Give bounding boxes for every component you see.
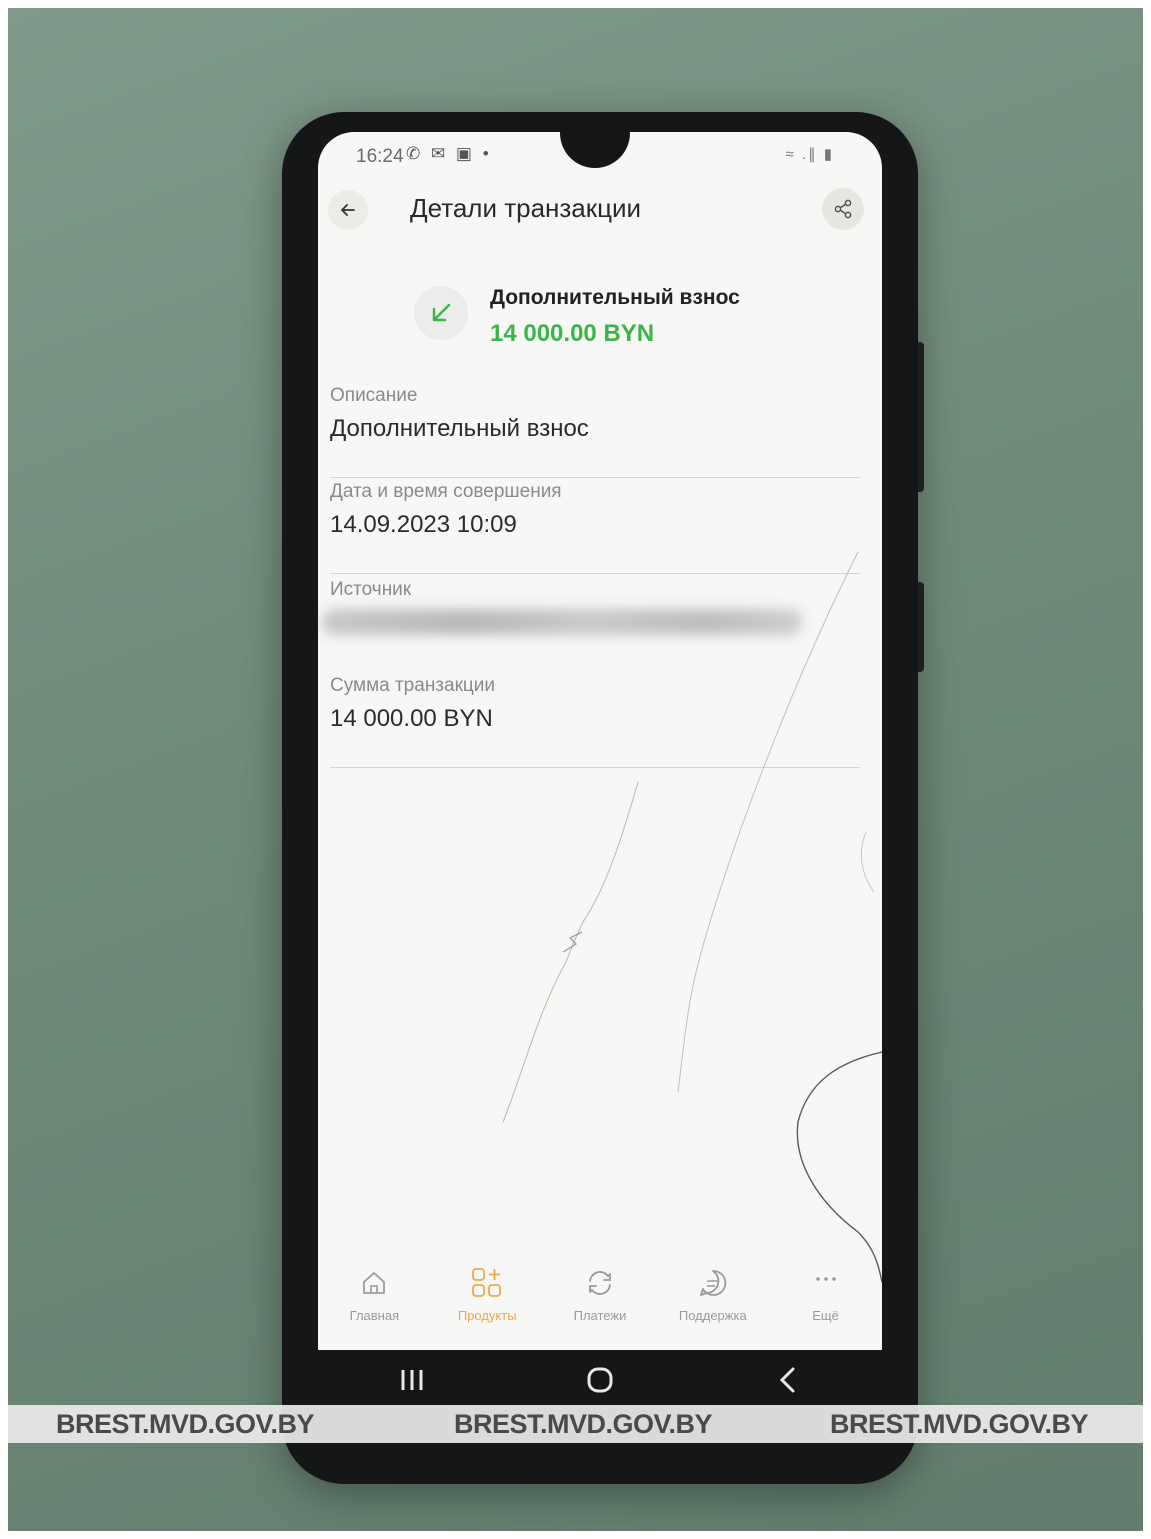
field-source: Источник	[322, 579, 860, 671]
phone-device: 16:24 ✆ ✉ ▣ • ≈ .∥ ▮ Детали транзакции Д…	[282, 112, 924, 1484]
field-amount: Сумма транзакции 14 000.00 BYN	[330, 675, 860, 768]
nav-item-payments[interactable]: Платежи	[545, 1262, 655, 1323]
system-navigation-bar	[318, 1350, 882, 1410]
back-button[interactable]	[328, 190, 368, 230]
more-icon	[815, 1277, 836, 1281]
home-circle-icon	[587, 1367, 613, 1393]
bottom-navigation: Главная Продукты Платежи Поддержка Ещё	[318, 1262, 882, 1350]
nav-label: Ещё	[812, 1308, 839, 1323]
share-button[interactable]	[822, 188, 864, 230]
status-time: 16:24	[356, 146, 404, 167]
field-value: 14.09.2023 10:09	[330, 511, 517, 538]
nav-label: Продукты	[457, 1308, 517, 1323]
watermark-text: BREST.MVD.GOV.BY	[56, 1409, 315, 1439]
nav-label: Платежи	[573, 1308, 627, 1323]
recent-apps-icon	[401, 1370, 423, 1390]
field-label: Описание	[330, 385, 418, 406]
share-icon	[834, 199, 852, 219]
blurred-source-value	[322, 609, 802, 635]
notification-icons: ✆ ✉ ▣ •	[406, 144, 492, 163]
field-datetime: Дата и время совершения 14.09.2023 10:09	[330, 481, 860, 574]
payments-icon	[589, 1271, 611, 1295]
incoming-arrow-icon	[414, 286, 468, 340]
field-label: Сумма транзакции	[330, 675, 496, 696]
watermark-bar: BREST.MVD.GOV.BY BREST.MVD.GOV.BY BREST.…	[8, 1405, 1143, 1443]
nav-item-more[interactable]: Ещё	[771, 1262, 881, 1323]
transaction-title: Дополнительный взнос	[490, 286, 740, 309]
transaction-summary: Дополнительный взнос 14 000.00 BYN	[414, 282, 854, 362]
field-value: 14 000.00 BYN	[330, 705, 493, 732]
field-label: Дата и время совершения	[330, 481, 562, 502]
recent-apps-button[interactable]	[382, 1356, 442, 1404]
system-back-button[interactable]	[758, 1356, 818, 1404]
nav-label: Поддержка	[678, 1308, 747, 1323]
arrow-down-left-icon	[432, 303, 451, 322]
watermark-text: BREST.MVD.GOV.BY	[830, 1409, 1089, 1439]
phone-screen: 16:24 ✆ ✉ ▣ • ≈ .∥ ▮ Детали транзакции Д…	[318, 132, 882, 1350]
field-label: Источник	[330, 579, 412, 600]
home-button[interactable]	[570, 1356, 630, 1404]
nav-label: Главная	[349, 1308, 400, 1323]
app-header: Детали транзакции	[318, 188, 882, 260]
arrow-left-icon	[341, 204, 355, 216]
nav-item-support[interactable]: Поддержка	[658, 1262, 768, 1323]
page-title: Детали транзакции	[410, 193, 642, 223]
signal-battery-icons: ≈ .∥ ▮	[785, 146, 834, 163]
nav-item-home[interactable]: Главная	[319, 1262, 429, 1323]
watermark-text: BREST.MVD.GOV.BY	[454, 1409, 713, 1439]
transaction-amount: 14 000.00 BYN	[490, 320, 655, 347]
field-description: Описание Дополнительный взнос	[330, 385, 860, 478]
support-icon	[699, 1270, 727, 1296]
chevron-left-icon	[779, 1367, 795, 1393]
field-value: Дополнительный взнос	[330, 415, 589, 442]
power-button	[918, 582, 924, 672]
products-icon	[472, 1268, 502, 1297]
volume-button	[918, 342, 924, 492]
home-icon	[363, 1272, 386, 1294]
nav-item-products[interactable]: Продукты	[432, 1262, 542, 1323]
